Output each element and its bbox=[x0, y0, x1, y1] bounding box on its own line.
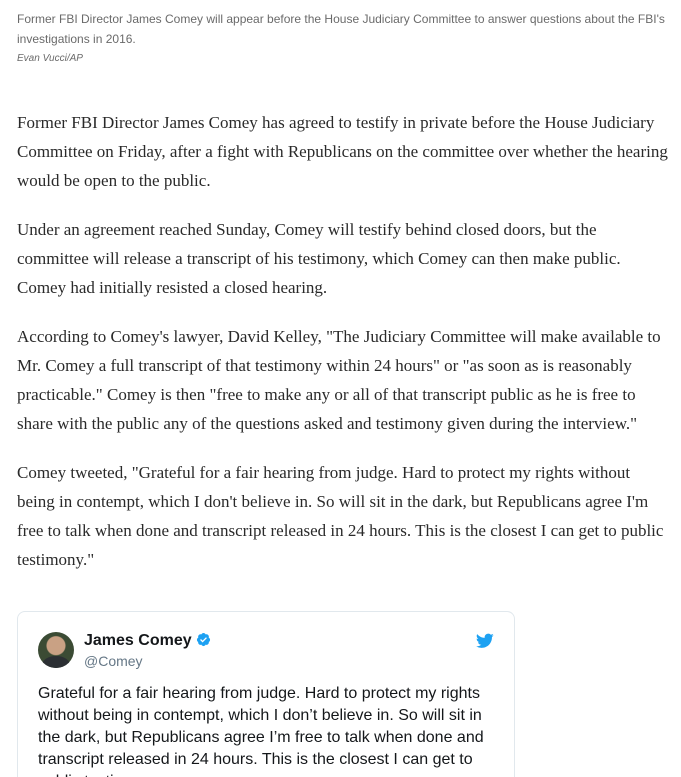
avatar[interactable] bbox=[38, 632, 74, 668]
avatar-shoulders bbox=[42, 656, 70, 668]
article-paragraph: Under an agreement reached Sunday, Comey… bbox=[17, 220, 621, 297]
tweet-author-name[interactable]: James Comey bbox=[84, 632, 192, 649]
article-paragraph: Comey tweeted, "Grateful for a fair hear… bbox=[17, 463, 664, 569]
tweet-author[interactable]: James Comey bbox=[84, 631, 211, 651]
photo-caption: Former FBI Director James Comey will app… bbox=[17, 12, 665, 46]
verified-badge-icon bbox=[196, 632, 210, 647]
tweet-text: Grateful for a fair hearing from judge. … bbox=[38, 685, 484, 777]
article-body: Former FBI Director James Comey has agre… bbox=[17, 108, 669, 594]
tweet-handle[interactable]: @Comey bbox=[84, 652, 143, 670]
article-paragraph: Former FBI Director James Comey has agre… bbox=[17, 113, 668, 190]
article-page: Former FBI Director James Comey will app… bbox=[0, 0, 681, 777]
embedded-tweet[interactable]: James Comey @Comey Grateful for a fair h… bbox=[17, 611, 515, 777]
twitter-bird-icon[interactable] bbox=[476, 633, 494, 649]
article-paragraph: According to Comey's lawyer, David Kelle… bbox=[17, 327, 661, 433]
photo-credit: Evan Vucci/AP bbox=[17, 53, 83, 64]
